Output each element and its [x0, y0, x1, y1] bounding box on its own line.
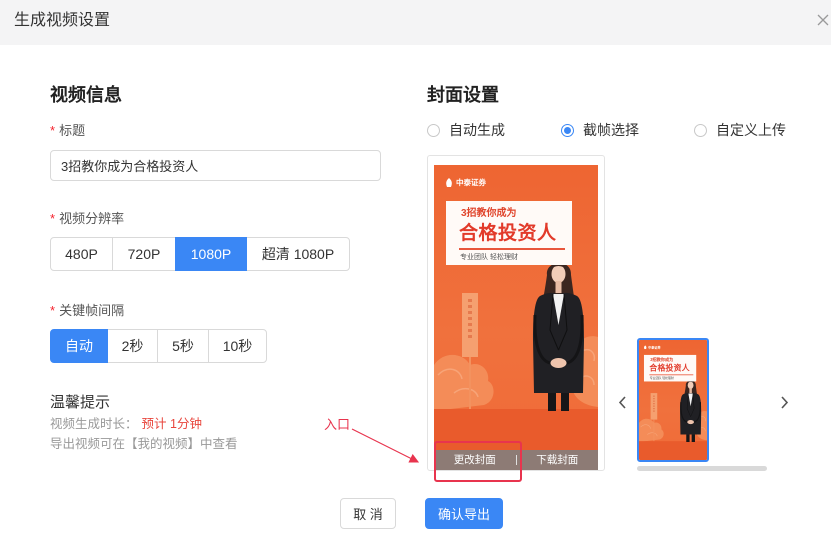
thumb-poster-title-card: 3招教你成为 合格投资人 专业团队 轻松理财	[643, 354, 697, 382]
poster-title-card: 3招教你成为 合格投资人 专业团队 轻松理财	[446, 201, 572, 265]
radio-label-auto-generate: 自动生成	[449, 122, 505, 138]
annotation-arrow-icon	[351, 428, 420, 463]
download-cover-button[interactable]: 下载封面	[517, 450, 599, 470]
resolution-option-720p[interactable]: 720P	[112, 237, 176, 271]
resolution-label: * 视频分辨率	[50, 211, 124, 227]
cover-settings-heading: 封面设置	[427, 85, 499, 105]
thumb-poster-title-rule	[649, 374, 694, 376]
cover-preview-card: 中泰证券 3招教你成为 合格投资人 专业团队 轻松理财 更改封面 下载封面	[427, 155, 605, 471]
export-hint: 导出视频可在【我的视频】中查看	[50, 437, 238, 451]
duration-value: 预计 1分钟	[141, 417, 202, 431]
dialog-header: 生成视频设置	[0, 0, 831, 45]
keyframe-label-text: 关键帧间隔	[59, 303, 125, 318]
poster-logo: 中泰证券	[445, 178, 486, 187]
keyframe-option-auto[interactable]: 自动	[50, 329, 108, 363]
thumb-poster-image: 中泰证券 3招教你成为 合格投资人 专业团队 轻松理财	[639, 340, 707, 460]
chevron-right-icon[interactable]	[780, 396, 789, 409]
poster-title-line2: 合格投资人	[459, 223, 557, 244]
title-label: * 标题	[50, 123, 85, 139]
title-input[interactable]	[50, 150, 381, 181]
duration-label: 视频生成时长：	[50, 417, 138, 431]
required-mark: *	[50, 303, 56, 318]
radio-circle[interactable]	[561, 123, 574, 137]
frame-thumbnail-inner: 中泰证券 3招教你成为 合格投资人 专业团队 轻松理财	[639, 340, 707, 460]
keyframe-interval-selector: 自动 2秒 5秒 10秒	[50, 329, 267, 363]
radio-auto-generate[interactable]: 自动生成	[427, 122, 505, 138]
frame-thumbnail[interactable]: 中泰证券 3招教你成为 合格投资人 专业团队 轻松理财	[637, 338, 709, 462]
duration-tip: 视频生成时长： 预计 1分钟	[50, 416, 202, 432]
thumbnail-scrollbar[interactable]	[637, 466, 767, 471]
thumb-poster-title-line2: 合格投资人	[649, 364, 690, 373]
radio-circle[interactable]	[694, 123, 707, 137]
poster-title-rule	[459, 248, 565, 250]
cover-preview-slot: 中泰证券 3招教你成为 合格投资人 专业团队 轻松理财	[434, 165, 598, 470]
video-info-heading: 视频信息	[50, 85, 122, 105]
logo-mark-icon	[446, 178, 452, 187]
poster-image: 中泰证券 3招教你成为 合格投资人 专业团队 轻松理财	[434, 165, 598, 470]
required-mark: *	[50, 123, 56, 138]
keyframe-option-2s[interactable]: 2秒	[107, 329, 158, 363]
radio-frame-select[interactable]: 截帧选择	[561, 122, 639, 138]
poster-logo-text: 中泰证券	[456, 178, 486, 187]
chevron-left-icon[interactable]	[618, 396, 627, 409]
resolution-option-hd-1080p[interactable]: 超清 1080P	[246, 237, 350, 271]
resolution-option-1080p[interactable]: 1080P	[175, 237, 247, 271]
keyframe-option-10s[interactable]: 10秒	[208, 329, 267, 363]
confirm-export-button[interactable]: 确认导出	[425, 498, 503, 529]
resolution-label-text: 视频分辨率	[59, 211, 125, 226]
cancel-button[interactable]: 取 消	[340, 498, 396, 529]
tips-heading: 温馨提示	[50, 394, 111, 411]
keyframe-option-5s[interactable]: 5秒	[157, 329, 209, 363]
thumb-poster-logo: 中泰证券	[644, 345, 661, 350]
radio-label-frame-select: 截帧选择	[583, 122, 639, 138]
thumb-logo-mark-icon	[644, 345, 647, 350]
poster-title-line1: 3招教你成为	[461, 208, 517, 219]
title-label-text: 标题	[59, 123, 86, 138]
radio-custom-upload[interactable]: 自定义上传	[694, 122, 786, 138]
resolution-option-480p[interactable]: 480P	[50, 237, 113, 271]
thumb-poster-logo-text: 中泰证券	[648, 345, 661, 350]
poster-tagline: 专业团队 轻松理财	[460, 254, 518, 261]
radio-circle[interactable]	[427, 123, 440, 137]
thumb-poster-tagline: 专业团队 轻松理财	[649, 376, 674, 380]
radio-label-custom-upload: 自定义上传	[716, 122, 786, 138]
keyframe-label: * 关键帧间隔	[50, 303, 124, 319]
entry-highlight-box	[434, 441, 522, 482]
thumb-poster-title-line1: 3招教你成为	[650, 357, 674, 363]
close-icon[interactable]	[817, 14, 829, 26]
required-mark: *	[50, 211, 56, 226]
resolution-selector: 480P 720P 1080P 超清 1080P	[50, 237, 350, 271]
dialog-title: 生成视频设置	[14, 12, 111, 29]
